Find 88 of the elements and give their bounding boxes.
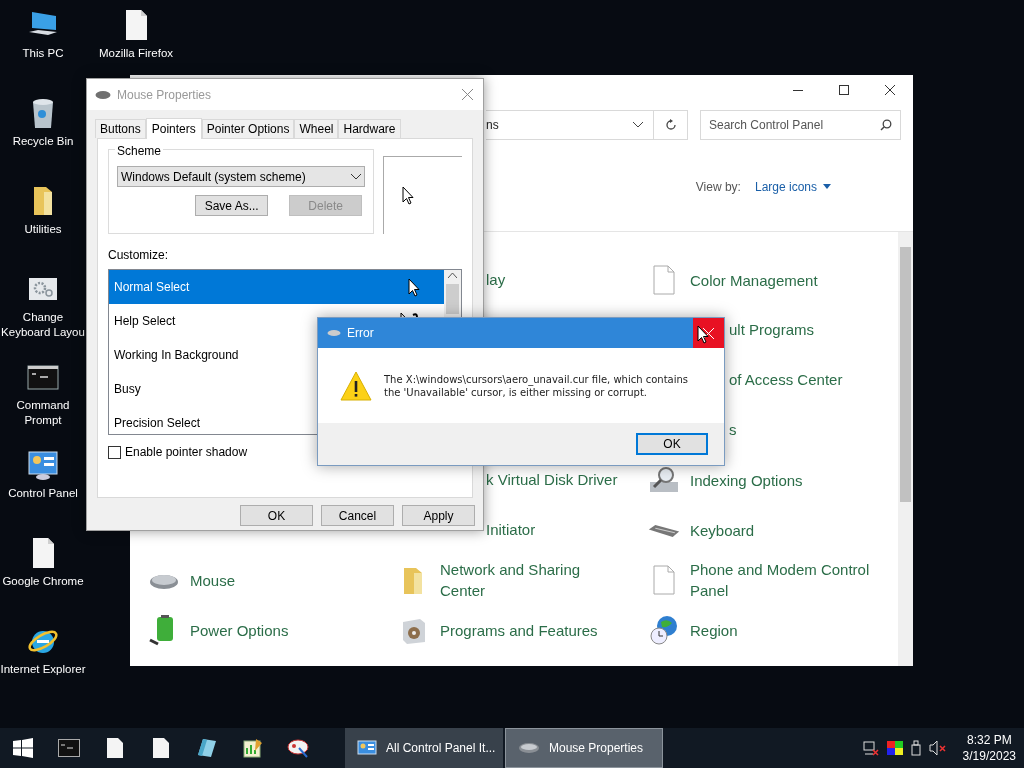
tab[interactable]: Hardware <box>338 119 401 138</box>
chevron-up-icon <box>448 273 457 278</box>
view-by-label: View by: <box>695 178 741 196</box>
control-panel-link[interactable]: Phone and Modem Control Panel <box>690 559 872 601</box>
keyboard-icon <box>648 523 680 537</box>
checkbox[interactable] <box>108 445 121 459</box>
arrow-pointer-icon <box>408 277 420 297</box>
file-icon <box>107 738 123 758</box>
globe-clock-icon <box>648 614 680 646</box>
control-panel-link[interactable]: Initiator <box>486 518 536 542</box>
control-panel-icon <box>26 448 60 482</box>
terminal-icon <box>58 739 80 757</box>
arrow-pointer-icon <box>402 186 415 205</box>
control-panel-link[interactable]: Keyboard <box>690 519 755 541</box>
tab[interactable]: Pointers <box>145 118 202 139</box>
dialog-title: Error <box>347 325 375 342</box>
window-title: Mouse Properties <box>117 86 213 104</box>
desktop-icon-label[interactable]: Utilities <box>24 222 62 237</box>
speaker-muted-icon <box>928 740 947 756</box>
control-panel-link[interactable]: Color Management <box>690 269 818 291</box>
network-disconnected-icon <box>862 740 879 756</box>
control-panel-link[interactable]: Network and Sharing Center <box>440 559 622 601</box>
desktop-icon-label[interactable]: This PC <box>22 46 64 61</box>
file-icon <box>153 738 169 758</box>
desktop-icon-label[interactable]: Command Prompt <box>0 398 86 428</box>
error-message: The X:\windows\cursors\aero_unavail.cur file, which contains the 'Unavailable' cursor, is either missing or corrupt. <box>384 372 690 399</box>
clock-date[interactable]: 3/19/2023 <box>962 748 1016 764</box>
desktop-icon-label[interactable]: Control Panel <box>8 486 78 501</box>
tablet-icon <box>197 738 217 758</box>
control-panel-link[interactable]: Indexing Options <box>690 469 803 491</box>
color-grid-icon <box>886 741 903 755</box>
close-icon <box>461 89 473 100</box>
scheme-action-button[interactable]: Save As... <box>195 195 269 216</box>
tab[interactable]: Buttons <box>95 119 146 138</box>
search-icon <box>880 119 892 131</box>
desktop-icon-label[interactable]: Mozilla Firefox <box>98 46 174 61</box>
control-panel-link[interactable]: ult Programs <box>729 318 815 342</box>
scrollbar-thumb[interactable] <box>900 247 911 502</box>
address-bar[interactable]: ns <box>486 110 688 140</box>
tab[interactable]: Pointer Options <box>201 119 295 138</box>
scrollbar-thumb[interactable] <box>446 284 459 314</box>
control-panel-icon <box>357 740 377 756</box>
search-field[interactable]: Search Control Panel <box>700 110 901 140</box>
close-icon <box>703 327 714 339</box>
chevron-down-icon <box>633 122 643 128</box>
paint-palette-icon <box>287 738 311 758</box>
desktop-icon-label[interactable]: Google Chrome <box>2 574 84 589</box>
caret-icon <box>823 184 831 189</box>
taskbar-window-button[interactable]: All Control Panel It... <box>345 728 503 768</box>
notepad-icon <box>243 738 263 758</box>
clock-time[interactable]: 8:32 PM <box>966 732 1012 748</box>
ok-button[interactable]: OK <box>636 433 708 455</box>
mouse-icon <box>518 742 540 754</box>
control-panel-link[interactable]: Region <box>690 619 738 641</box>
refresh-icon <box>664 119 677 131</box>
search-input[interactable]: Search Control Panel <box>709 116 880 134</box>
mouse-icon <box>95 89 111 100</box>
windows-logo-icon <box>13 738 33 758</box>
desktop-icon-label[interactable]: Internet Explorer <box>0 662 86 677</box>
mouse-icon <box>327 329 341 337</box>
dialog-button[interactable]: Cancel <box>321 505 394 526</box>
control-panel-link[interactable]: lay <box>486 268 506 292</box>
dialog-button[interactable]: OK <box>240 505 313 526</box>
control-panel-link[interactable]: Programs and Features <box>440 619 598 641</box>
checkbox-label: Enable pointer shadow <box>125 444 248 461</box>
scheme-dropdown[interactable]: Windows Default (system scheme) <box>117 166 366 187</box>
desktop-icon-label[interactable]: Recycle Bin <box>12 134 74 149</box>
usb-drive-icon <box>910 740 921 756</box>
control-panel-link[interactable]: Power Options <box>190 619 289 641</box>
control-panel-link[interactable]: Mouse <box>190 569 236 591</box>
control-panel-link[interactable]: s <box>729 418 737 442</box>
chevron-down-icon <box>351 173 362 180</box>
pointer-list-item[interactable]: Normal Select <box>109 270 444 304</box>
view-mode-link[interactable]: Large icons <box>754 177 831 196</box>
control-panel-link[interactable]: of Access Center <box>729 368 843 392</box>
address-text: ns <box>486 117 500 134</box>
customize-label: Customize: <box>108 247 170 264</box>
tab[interactable]: Wheel <box>294 119 339 138</box>
warning-icon <box>340 370 372 401</box>
desktop-icon-label[interactable]: Change Keyboard Layou <box>0 310 86 340</box>
maximize-icon <box>839 85 849 95</box>
minimize-icon <box>793 89 803 91</box>
control-panel-link[interactable]: k Virtual Disk Driver <box>486 468 618 492</box>
scrollbar[interactable] <box>898 232 913 666</box>
mouse-cursor-icon <box>697 325 709 344</box>
dialog-button[interactable]: Apply <box>402 505 475 526</box>
taskbar-window-button[interactable]: Mouse Properties <box>505 728 663 768</box>
close-icon <box>885 85 895 95</box>
